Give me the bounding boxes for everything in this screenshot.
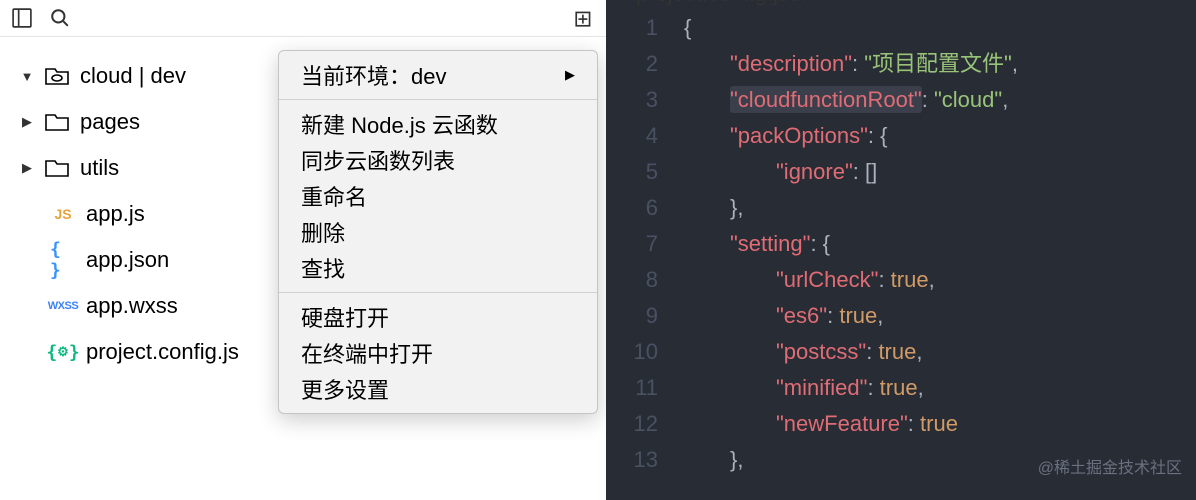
- menu-label: 新建 Node.js 云函数: [301, 108, 498, 140]
- file-explorer: ▼ cloud | dev ▶ pages ▶ utils JS app.js …: [0, 0, 606, 500]
- code-area[interactable]: 1 2 3 4 5 6 7 8 9 10 11 12 13 { "descrip…: [606, 0, 1196, 500]
- code-line: "description": "项目配置文件",: [684, 46, 1196, 82]
- line-number: 9: [606, 298, 658, 334]
- cloud-folder-icon: [44, 65, 70, 87]
- watermark: @稀土掘金技术社区: [1038, 454, 1182, 478]
- add-icon[interactable]: [574, 8, 594, 28]
- tab-label: project.config.json: [636, 0, 813, 7]
- config-file-icon: {⚙}: [50, 341, 76, 363]
- line-number: 8: [606, 262, 658, 298]
- chevron-right-icon: ▶: [20, 114, 34, 130]
- wxss-file-icon: WXSS: [50, 295, 76, 317]
- line-number: 7: [606, 226, 658, 262]
- line-number: 2: [606, 46, 658, 82]
- tree-label: cloud | dev: [80, 63, 186, 89]
- menu-rename[interactable]: 重命名: [279, 178, 597, 214]
- code-line: "setting": {: [684, 226, 1196, 262]
- menu-label: 同步云函数列表: [301, 144, 455, 176]
- line-number: 3: [606, 82, 658, 118]
- menu-new-function[interactable]: 新建 Node.js 云函数: [279, 106, 597, 142]
- close-icon[interactable]: ✕: [825, 0, 840, 5]
- menu-label: 硬盘打开: [301, 301, 389, 333]
- code-line: "urlCheck": true,: [684, 262, 1196, 298]
- menu-label: 重命名: [301, 180, 367, 212]
- layout-icon[interactable]: [12, 8, 32, 28]
- code-line: },: [684, 190, 1196, 226]
- json-file-icon: { }: [50, 249, 76, 271]
- folder-icon: [44, 111, 70, 133]
- line-number: 10: [606, 334, 658, 370]
- line-number: 5: [606, 154, 658, 190]
- menu-label: 查找: [301, 252, 345, 284]
- menu-label: 在终端中打开: [301, 337, 433, 369]
- menu-delete[interactable]: 删除: [279, 214, 597, 250]
- code-content: { "description": "项目配置文件", "cloudfunctio…: [684, 10, 1196, 500]
- folder-icon: [44, 157, 70, 179]
- menu-more-settings[interactable]: 更多设置: [279, 371, 597, 407]
- search-icon[interactable]: [50, 8, 70, 28]
- tree-label: pages: [80, 109, 140, 135]
- code-line: "cloudfunctionRoot": "cloud",: [684, 82, 1196, 118]
- context-menu: 当前环境：dev ▶ 新建 Node.js 云函数 同步云函数列表 重命名 删除…: [278, 50, 598, 414]
- line-number: 12: [606, 406, 658, 442]
- menu-label: 删除: [301, 216, 345, 248]
- tree-label: utils: [80, 155, 119, 181]
- chevron-right-icon: ▶: [20, 160, 34, 176]
- line-number: 11: [606, 370, 658, 406]
- code-line: "postcss": true,: [684, 334, 1196, 370]
- chevron-right-icon: ▶: [565, 67, 575, 83]
- menu-open-terminal[interactable]: 在终端中打开: [279, 335, 597, 371]
- menu-open-disk[interactable]: 硬盘打开: [279, 299, 597, 335]
- menu-separator: [279, 99, 597, 100]
- tree-label: app.js: [86, 201, 145, 227]
- line-number: 6: [606, 190, 658, 226]
- menu-separator: [279, 292, 597, 293]
- explorer-toolbar: [0, 0, 606, 37]
- menu-env[interactable]: 当前环境：dev ▶: [279, 57, 597, 93]
- menu-label: 更多设置: [301, 373, 389, 405]
- code-line: "packOptions": {: [684, 118, 1196, 154]
- line-number: 13: [606, 442, 658, 478]
- line-number: 1: [606, 10, 658, 46]
- code-line: "es6": true,: [684, 298, 1196, 334]
- tab-active[interactable]: project.config.json ✕: [636, 0, 840, 7]
- chevron-down-icon: ▼: [20, 69, 34, 84]
- menu-find[interactable]: 查找: [279, 250, 597, 286]
- line-gutter: 1 2 3 4 5 6 7 8 9 10 11 12 13: [606, 10, 684, 500]
- menu-label: 当前环境：dev: [301, 59, 446, 91]
- code-line: "ignore": []: [684, 154, 1196, 190]
- tree-label: project.config.js: [86, 339, 239, 365]
- tree-label: app.json: [86, 247, 169, 273]
- menu-sync[interactable]: 同步云函数列表: [279, 142, 597, 178]
- code-line: "minified": true,: [684, 370, 1196, 406]
- line-number: 4: [606, 118, 658, 154]
- code-line: {: [684, 10, 1196, 46]
- js-file-icon: JS: [50, 203, 76, 225]
- code-line: "newFeature": true: [684, 406, 1196, 442]
- code-editor: project.config.json ✕ 1 2 3 4 5 6 7 8 9 …: [606, 0, 1196, 500]
- tree-label: app.wxss: [86, 293, 178, 319]
